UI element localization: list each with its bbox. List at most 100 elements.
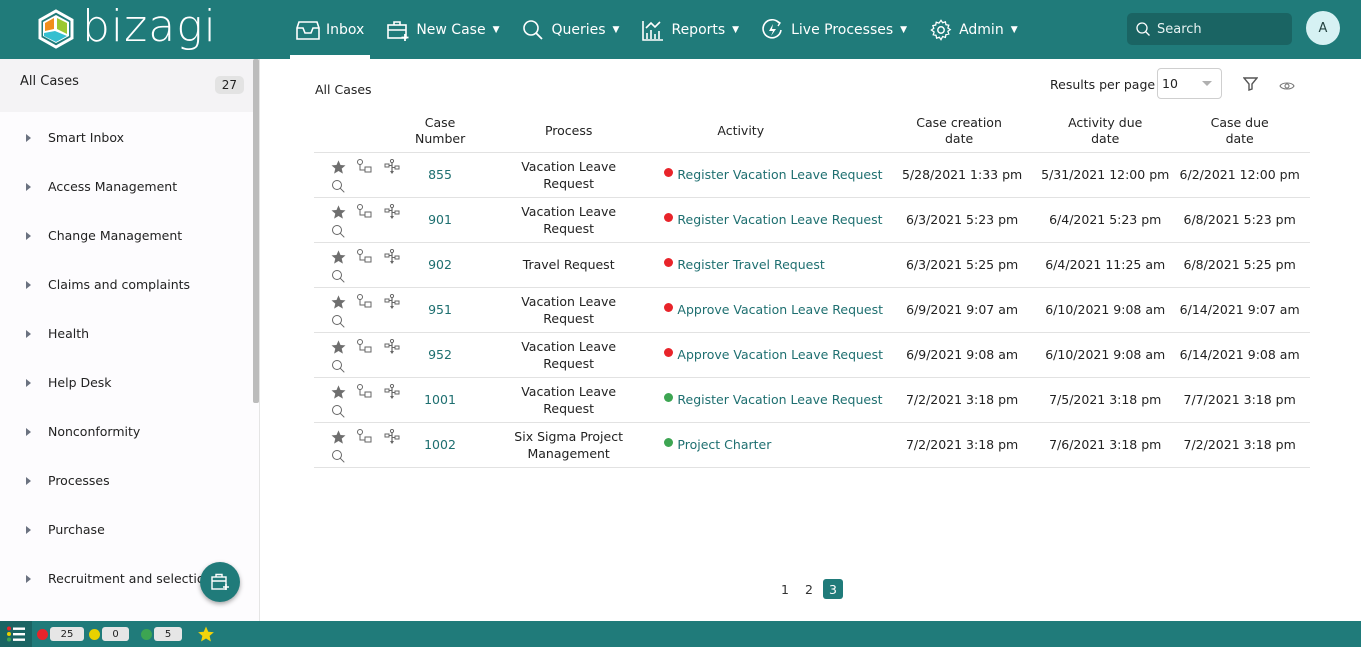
expand-arrow-icon[interactable] — [26, 574, 31, 583]
sidebar-item-health[interactable]: Health — [0, 309, 259, 358]
expand-arrow-icon[interactable] — [26, 133, 31, 142]
overdue-count[interactable]: 25 — [37, 627, 84, 641]
table-row[interactable]: 901 Vacation Leave Request Register Vaca… — [314, 197, 1310, 243]
favorite-star-icon[interactable] — [330, 429, 347, 445]
nav-new-case[interactable]: New Case ▼ — [380, 0, 505, 59]
sidebar-item-change-management[interactable]: Change Management — [0, 211, 259, 260]
view-case-search-icon[interactable] — [331, 269, 346, 284]
workflow-icon[interactable] — [356, 428, 374, 445]
process-map-icon[interactable] — [383, 158, 401, 175]
expand-arrow-icon[interactable] — [26, 182, 31, 191]
page-3-button[interactable]: 3 — [823, 579, 843, 599]
sidebar-item-help-desk[interactable]: Help Desk — [0, 358, 259, 407]
view-case-search-icon[interactable] — [331, 359, 346, 374]
col-case-due-date[interactable]: Case due date — [1169, 111, 1310, 153]
expand-arrow-icon[interactable] — [26, 280, 31, 289]
case-number-link[interactable]: 952 — [428, 347, 452, 362]
nav-queries[interactable]: Queries ▼ — [515, 0, 625, 59]
expand-arrow-icon[interactable] — [26, 329, 31, 338]
col-activity-due-date[interactable]: Activity due date — [1041, 111, 1170, 153]
process-map-icon[interactable] — [383, 338, 401, 355]
sidebar-scrollbar[interactable] — [253, 59, 259, 403]
sidebar-item-nonconformity[interactable]: Nonconformity — [0, 407, 259, 456]
new-case-fab-button[interactable] — [200, 562, 240, 602]
expand-arrow-icon[interactable] — [26, 427, 31, 436]
view-case-search-icon[interactable] — [331, 179, 346, 194]
on-time-count[interactable]: 5 — [141, 627, 182, 641]
search-box[interactable] — [1127, 13, 1292, 45]
page-2-button[interactable]: 2 — [799, 579, 819, 599]
table-row[interactable]: 902 Travel Request Register Travel Reque… — [314, 242, 1310, 288]
process-map-icon[interactable] — [383, 383, 401, 400]
process-map-icon[interactable] — [383, 203, 401, 220]
favorite-star-icon[interactable] — [330, 204, 347, 220]
favorite-star-icon[interactable] — [330, 249, 347, 265]
nav-queries-label: Queries — [551, 21, 606, 38]
page-1-button[interactable]: 1 — [775, 579, 795, 599]
nav-reports[interactable]: Reports ▼ — [635, 0, 745, 59]
table-row[interactable]: 1002 Six Sigma Project Management Projec… — [314, 422, 1310, 468]
favorite-star-icon[interactable] — [330, 339, 347, 355]
bizagi-logo[interactable]: bizagi — [38, 4, 217, 54]
case-number-link[interactable]: 951 — [428, 302, 452, 317]
nav-inbox[interactable]: Inbox — [290, 0, 371, 59]
status-legend-button[interactable] — [0, 621, 32, 647]
case-number-link[interactable]: 902 — [428, 257, 452, 272]
process-map-icon[interactable] — [383, 248, 401, 265]
case-number-link[interactable]: 855 — [428, 167, 452, 182]
sidebar-item-processes[interactable]: Processes — [0, 456, 259, 505]
workflow-icon[interactable] — [356, 248, 374, 265]
results-per-page-select[interactable]: 10 — [1157, 68, 1222, 99]
table-row[interactable]: 951 Vacation Leave Request Approve Vacat… — [314, 287, 1310, 333]
expand-arrow-icon[interactable] — [26, 378, 31, 387]
col-process[interactable]: Process — [478, 111, 659, 153]
sidebar-item-claims-and-complaints[interactable]: Claims and complaints — [0, 260, 259, 309]
table-row[interactable]: 1001 Vacation Leave Request Register Vac… — [314, 377, 1310, 423]
process-map-icon[interactable] — [383, 428, 401, 445]
workflow-icon[interactable] — [356, 293, 374, 310]
favorite-star-icon[interactable] — [330, 159, 347, 175]
expand-arrow-icon[interactable] — [26, 525, 31, 534]
col-case-creation-date[interactable]: Case creation date — [883, 111, 1042, 153]
activity-link[interactable]: Approve Vacation Leave Request — [677, 302, 883, 317]
search-input[interactable] — [1157, 21, 1287, 37]
workflow-icon[interactable] — [356, 338, 374, 355]
case-number-link[interactable]: 1001 — [424, 392, 456, 407]
workflow-icon[interactable] — [356, 158, 374, 175]
table-row[interactable]: 952 Vacation Leave Request Approve Vacat… — [314, 332, 1310, 378]
activity-link[interactable]: Register Vacation Leave Request — [677, 392, 882, 407]
activity-link[interactable]: Register Vacation Leave Request — [677, 167, 882, 182]
expand-arrow-icon[interactable] — [26, 476, 31, 485]
activity-link[interactable]: Approve Vacation Leave Request — [677, 347, 883, 362]
nav-live-processes[interactable]: Live Processes ▼ — [755, 0, 913, 59]
workflow-icon[interactable] — [356, 203, 374, 220]
column-visibility-button[interactable] — [1279, 77, 1295, 96]
case-number-link[interactable]: 1002 — [424, 437, 456, 452]
favorite-star-icon[interactable] — [330, 294, 347, 310]
col-activity[interactable]: Activity — [658, 111, 884, 153]
expand-arrow-icon[interactable] — [26, 231, 31, 240]
nav-admin[interactable]: Admin ▼ — [923, 0, 1024, 59]
activity-link[interactable]: Project Charter — [677, 437, 771, 452]
activity-link[interactable]: Register Travel Request — [677, 257, 824, 272]
favorites-button[interactable] — [197, 625, 215, 647]
filter-button[interactable] — [1242, 76, 1259, 95]
case-number-link[interactable]: 901 — [428, 212, 452, 227]
workflow-icon[interactable] — [356, 383, 374, 400]
view-case-search-icon[interactable] — [331, 224, 346, 239]
red-status-dot — [664, 258, 674, 267]
user-avatar[interactable]: A — [1306, 11, 1340, 45]
view-case-search-icon[interactable] — [331, 314, 346, 329]
process-map-icon[interactable] — [383, 293, 401, 310]
at-risk-count[interactable]: 0 — [89, 627, 129, 641]
favorite-star-icon[interactable] — [330, 384, 347, 400]
sidebar-item-smart-inbox[interactable]: Smart Inbox — [0, 113, 259, 162]
activity-link[interactable]: Register Vacation Leave Request — [677, 212, 882, 227]
col-case-number[interactable]: Case Number — [401, 111, 479, 153]
view-case-search-icon[interactable] — [331, 449, 346, 464]
sidebar-all-cases[interactable]: All Cases 27 — [0, 59, 259, 112]
table-row[interactable]: 855 Vacation Leave Request Register Vaca… — [314, 152, 1310, 198]
sidebar-item-access-management[interactable]: Access Management — [0, 162, 259, 211]
sidebar-item-purchase[interactable]: Purchase — [0, 505, 259, 554]
view-case-search-icon[interactable] — [331, 404, 346, 419]
